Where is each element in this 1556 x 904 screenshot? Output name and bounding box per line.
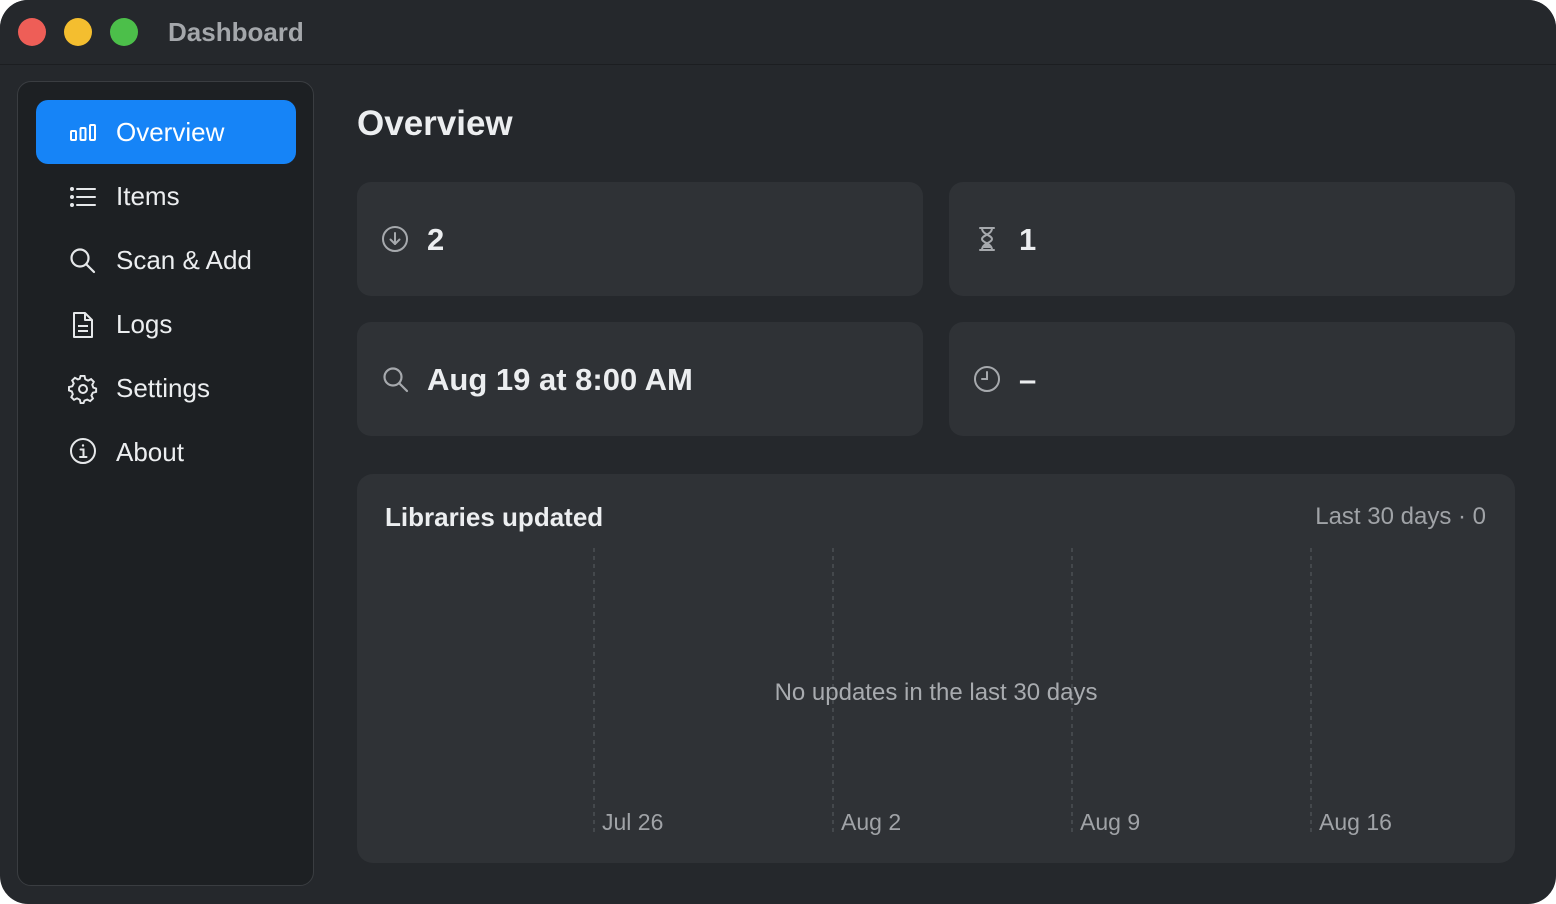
sidebar-item-label: About <box>116 437 184 467</box>
stat-value: 2 <box>427 222 445 257</box>
info-icon <box>68 438 98 468</box>
sidebar-item-overview[interactable]: Overview <box>36 100 296 164</box>
magnifier-icon <box>381 365 411 395</box>
sidebar-item-label: Logs <box>116 309 173 339</box>
chart-title: Libraries updated <box>385 502 604 532</box>
sidebar-item-label: Scan & Add <box>116 245 252 275</box>
stat-card-next-scan: Aug 19 at 8:00 AM <box>357 322 923 436</box>
download-circle-icon <box>381 225 411 255</box>
sidebar-item-settings[interactable]: Settings <box>36 356 296 420</box>
x-tick-label: Jul 26 <box>602 809 663 835</box>
stat-card-pending: 1 <box>949 182 1515 296</box>
list-icon <box>68 182 98 212</box>
stat-card-last-run: – <box>949 322 1515 436</box>
clock-icon <box>973 365 1003 395</box>
title-bar: Dashboard <box>0 0 1556 65</box>
libraries-updated-chart: Jul 26 Aug 2 Aug 9 Aug 16 Libraries updated… <box>357 474 1515 863</box>
sidebar-item-about[interactable]: About <box>36 420 296 484</box>
chart-bar-icon <box>68 118 98 148</box>
stat-value: – <box>1019 362 1037 397</box>
x-tick-label: Aug 2 <box>841 809 901 835</box>
stat-value: 1 <box>1019 222 1037 257</box>
app-window: Dashboard Overview Items Scan & Add Logs… <box>0 0 1556 904</box>
magnifier-icon <box>68 246 98 276</box>
close-window-button[interactable] <box>18 18 46 46</box>
gear-icon <box>68 374 98 404</box>
sidebar-item-label: Overview <box>116 117 225 147</box>
hourglass-icon <box>973 225 1003 255</box>
chart-empty-message: No updates in the last 30 days <box>774 679 1098 706</box>
page-title: Overview <box>357 104 513 143</box>
sidebar-item-label: Items <box>116 181 180 211</box>
x-tick-label: Aug 9 <box>1080 809 1140 835</box>
document-icon <box>68 310 98 340</box>
chart-range-label: Last 30 days · 0 <box>1315 503 1486 530</box>
minimize-window-button[interactable] <box>64 18 92 46</box>
stat-value: Aug 19 at 8:00 AM <box>427 362 693 397</box>
stat-card-downloads: 2 <box>357 182 923 296</box>
x-tick-label: Aug 16 <box>1319 809 1392 835</box>
sidebar-item-logs[interactable]: Logs <box>36 292 296 356</box>
sidebar-item-label: Settings <box>116 373 210 403</box>
window-title: Dashboard <box>168 17 304 47</box>
sidebar: Overview Items Scan & Add Logs Settings … <box>17 81 314 886</box>
sidebar-item-scan-add[interactable]: Scan & Add <box>36 228 296 292</box>
zoom-window-button[interactable] <box>110 18 138 46</box>
sidebar-item-items[interactable]: Items <box>36 164 296 228</box>
